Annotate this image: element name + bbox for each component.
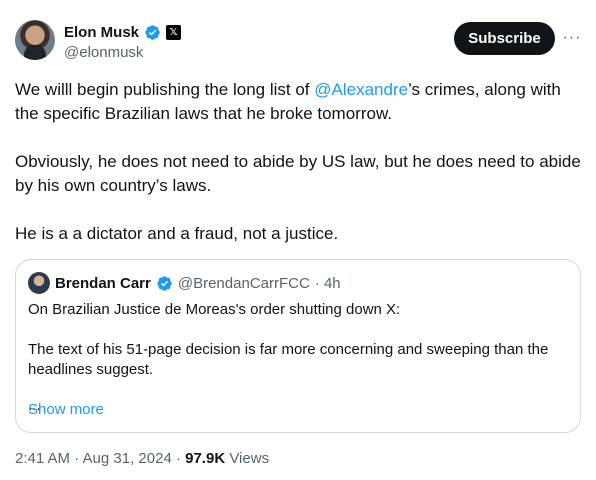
quote-author-avatar xyxy=(28,272,50,294)
post-timestamp[interactable]: 2:41 AM · Aug 31, 2024 · xyxy=(15,450,185,467)
show-more-link[interactable]: Show more xyxy=(28,401,104,418)
post-header: Elon Musk 𝕏 @elonmusk Subscribe ··· xyxy=(15,20,581,64)
more-options-icon[interactable]: ··· xyxy=(562,28,582,48)
post-meta: 2:41 AM · Aug 31, 2024 · 97.9K Views xyxy=(15,450,269,467)
author-name-row: Elon Musk 𝕏 xyxy=(64,22,182,42)
verified-badge-icon xyxy=(145,24,160,40)
quote-header: Brendan Carr @BrendanCarrFCC · 4h xyxy=(28,272,341,294)
author-handle[interactable]: @elonmusk xyxy=(64,44,143,61)
views-label: Views xyxy=(225,450,270,467)
quote-text: On Brazilian Justice de Moreas's order s… xyxy=(28,300,568,414)
mention-link[interactable]: @Alexandre xyxy=(314,80,408,99)
author-avatar[interactable] xyxy=(15,20,55,60)
quote-timestamp: · 4h xyxy=(314,274,341,292)
post-text-segment: We willl begin publishing the long list … xyxy=(15,80,315,99)
quote-line-1: On Brazilian Justice de Moreas's order s… xyxy=(28,301,401,318)
author-name[interactable]: Elon Musk xyxy=(64,24,139,41)
subscribe-button[interactable]: Subscribe xyxy=(454,22,555,55)
quote-line-2: The text of his 51-page decision is far … xyxy=(28,341,549,378)
quote-ellipsis: ... xyxy=(28,397,41,414)
views-count: 97.9K xyxy=(185,450,226,467)
quote-author-name: Brendan Carr xyxy=(55,274,151,292)
verified-badge-icon xyxy=(157,275,172,291)
quoted-post[interactable]: Brendan Carr @BrendanCarrFCC · 4h On Bra… xyxy=(15,259,581,433)
post-paragraph-3: He is a a dictator and a fraud, not a ju… xyxy=(15,224,339,243)
post-paragraph-2: Obviously, he does not need to abide by … xyxy=(15,152,581,195)
post-text: We willl begin publishing the long list … xyxy=(15,78,581,270)
quote-author-handle: @BrendanCarrFCC xyxy=(177,274,310,292)
x-logo-icon: 𝕏 xyxy=(166,24,182,40)
post-paragraph-1: We willl begin publishing the long list … xyxy=(15,78,581,126)
